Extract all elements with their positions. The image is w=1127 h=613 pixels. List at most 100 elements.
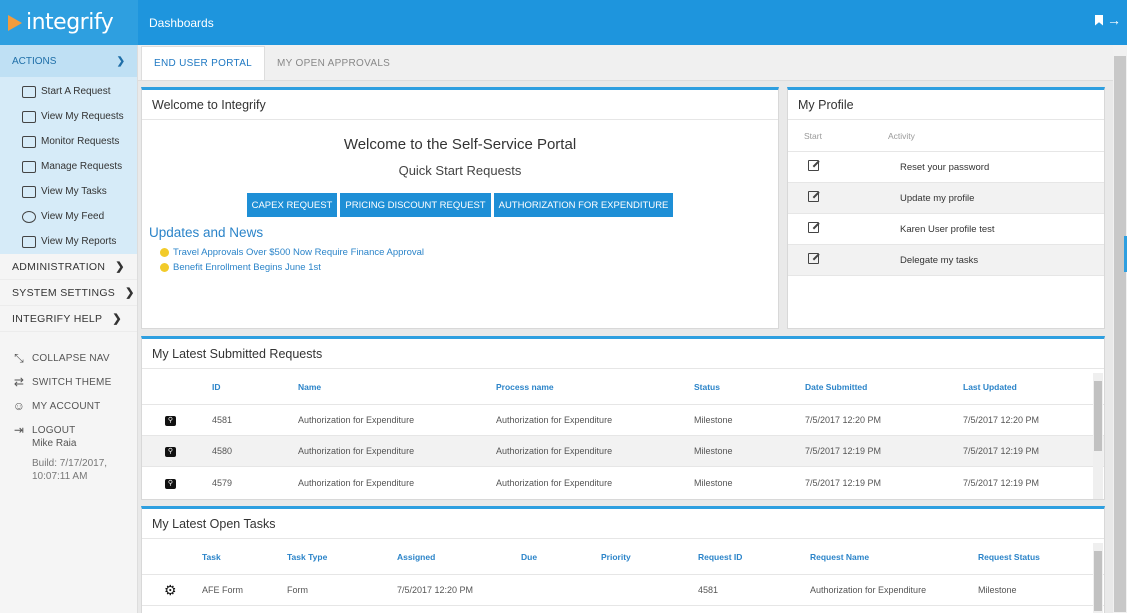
manage-icon [22,160,36,173]
profile-row[interactable]: Update my profile [788,183,1104,214]
cell-status: Milestone [694,477,733,488]
profile-row[interactable]: Delegate my tasks [788,245,1104,276]
sidebar: ACTIONS ❯ Start A Request View My Reques… [0,45,138,613]
edit-icon[interactable] [808,160,819,171]
column-header-start: Start [804,130,822,141]
column-header[interactable]: ID [212,382,298,392]
feed-icon [22,210,36,223]
scroll-thumb[interactable] [1094,381,1102,451]
table-row[interactable]: ⚲ 4579 Authorization for Expenditure Aut… [142,467,1104,498]
open-tasks-panel: My Latest Open Tasks Task Task Type Assi… [141,506,1105,613]
pricing-discount-request-button[interactable]: PRICING DISCOUNT REQUEST [340,193,491,217]
logo[interactable]: integrify [0,0,138,45]
cell-name: Authorization for Expenditure [298,477,415,488]
profile-activity: Karen User profile test [900,223,995,235]
authorization-for-expenditure-button[interactable]: AUTHORIZATION FOR EXPENDITURE [493,193,674,217]
table-scrollbar[interactable] [1093,373,1103,499]
profile-activity: Update my profile [900,192,975,204]
table-header: Task Task Type Assigned Due Priority Req… [142,539,1104,575]
column-header[interactable]: Date Submitted [805,382,963,392]
news-item[interactable]: Travel Approvals Over $500 Now Require F… [160,247,778,258]
edit-icon[interactable] [808,191,819,202]
cell-assigned: 7/5/2017 12:20 PM [397,585,474,595]
profile-row[interactable]: Reset your password [788,152,1104,183]
column-header[interactable]: Request Status [978,552,1078,562]
sidebar-item-label: View My Tasks [41,186,107,197]
tasks-icon [22,185,36,198]
cell-last-updated: 7/5/2017 12:19 PM [963,477,1040,488]
column-header[interactable]: Request ID [698,552,810,562]
cell-last-updated: 7/5/2017 12:20 PM [963,415,1040,425]
cell-request-name: Authorization for Expenditure [810,585,927,595]
column-header[interactable]: Request Name [810,552,978,562]
scroll-thumb[interactable] [1094,551,1102,611]
column-header[interactable]: Due [521,552,601,562]
view-details-icon[interactable]: ⚲ [165,416,176,426]
column-header[interactable]: Last Updated [963,382,1083,392]
cell-task: AFE Form [202,585,244,595]
profile-activity: Delegate my tasks [900,254,979,266]
theme-icon: ⇄ [13,375,25,389]
bookmark-icon[interactable] [1095,14,1103,26]
edit-icon[interactable] [808,222,819,233]
sidebar-section-administration[interactable]: ADMINISTRATION ❯ [0,254,137,280]
sidebar-item-label: Monitor Requests [41,136,120,147]
table-row[interactable]: ⚙ AFE Form Form 7/5/2017 12:20 PM 4581 A… [142,575,1104,606]
sidebar-item-view-feed[interactable]: View My Feed [0,204,137,229]
sidebar-item-manage-requests[interactable]: Manage Requests [0,154,137,179]
column-header[interactable]: Priority [601,552,698,562]
sidebar-item-view-tasks[interactable]: View My Tasks [0,179,137,204]
quick-start-heading: Quick Start Requests [398,163,522,178]
table-row[interactable]: ⚲ 4581 Authorization for Expenditure Aut… [142,405,1104,436]
welcome-panel: Welcome to Integrify Welcome to the Self… [141,87,779,329]
updates-heading: Updates and News [149,225,264,240]
panel-title: My Latest Open Tasks [142,509,1104,539]
logo-text: integrify [26,10,114,35]
util-label: MY ACCOUNT [32,400,101,412]
top-bar: Dashboards → [138,0,1127,45]
tab-my-open-approvals[interactable]: MY OPEN APPROVALS [265,46,402,80]
logout-icon: ⇥ [13,423,25,437]
sidebar-item-monitor-requests[interactable]: Monitor Requests [0,129,137,154]
column-header[interactable]: Task Type [287,552,397,562]
column-header[interactable]: Status [694,382,805,392]
actions-toggle[interactable]: ACTIONS ❯ [0,45,137,77]
profile-panel: My Profile Start Activity Reset your pas… [787,87,1105,329]
page-scroll-thumb[interactable] [1114,56,1126,612]
view-details-icon[interactable]: ⚲ [165,478,176,489]
gear-icon[interactable]: ⚙ [164,582,177,598]
cell-date-submitted: 7/5/2017 12:20 PM [805,415,882,425]
cell-id: 4580 [212,446,233,456]
sidebar-section-system-settings[interactable]: SYSTEM SETTINGS ❯ [0,280,137,306]
collapse-nav-button[interactable]: ⤡ COLLAPSE NAV [0,346,137,370]
view-details-icon[interactable]: ⚲ [165,447,176,457]
cell-date-submitted: 7/5/2017 12:19 PM [805,477,882,488]
column-header[interactable]: Name [298,382,496,392]
panel-title: Welcome to Integrify [142,90,778,120]
sidebar-section-integrify-help[interactable]: INTEGRIFY HELP ❯ [0,306,137,332]
profile-row[interactable]: Karen User profile test [788,214,1104,245]
column-header[interactable]: Task [202,552,287,562]
switch-theme-button[interactable]: ⇄ SWITCH THEME [0,370,137,394]
arrow-right-icon[interactable]: → [1107,13,1121,27]
section-label: ADMINISTRATION [12,260,106,273]
sidebar-item-label: Manage Requests [41,161,123,172]
chevron-right-icon: ❯ [112,313,122,325]
my-account-button[interactable]: ☺ MY ACCOUNT [0,394,137,418]
column-header[interactable]: Process name [496,382,694,392]
sidebar-item-start-request[interactable]: Start A Request [0,79,137,104]
news-item[interactable]: Benefit Enrollment Begins June 1st [160,262,778,273]
section-label: SYSTEM SETTINGS [12,286,116,299]
sidebar-item-view-requests[interactable]: View My Requests [0,104,137,129]
sidebar-item-view-reports[interactable]: View My Reports [0,229,137,254]
sidebar-item-label: View My Requests [41,111,124,122]
table-scrollbar[interactable] [1093,543,1103,613]
tab-end-user-portal[interactable]: END USER PORTAL [141,46,266,80]
table-row[interactable]: ⚲ 4580 Authorization for Expenditure Aut… [142,436,1104,467]
edit-icon[interactable] [808,253,819,264]
capex-request-button[interactable]: CAPEX REQUEST [246,193,338,217]
cell-id: 4579 [212,477,233,488]
chevron-right-icon: ❯ [125,287,135,299]
util-label: COLLAPSE NAV [32,352,110,364]
column-header[interactable]: Assigned [397,552,521,562]
